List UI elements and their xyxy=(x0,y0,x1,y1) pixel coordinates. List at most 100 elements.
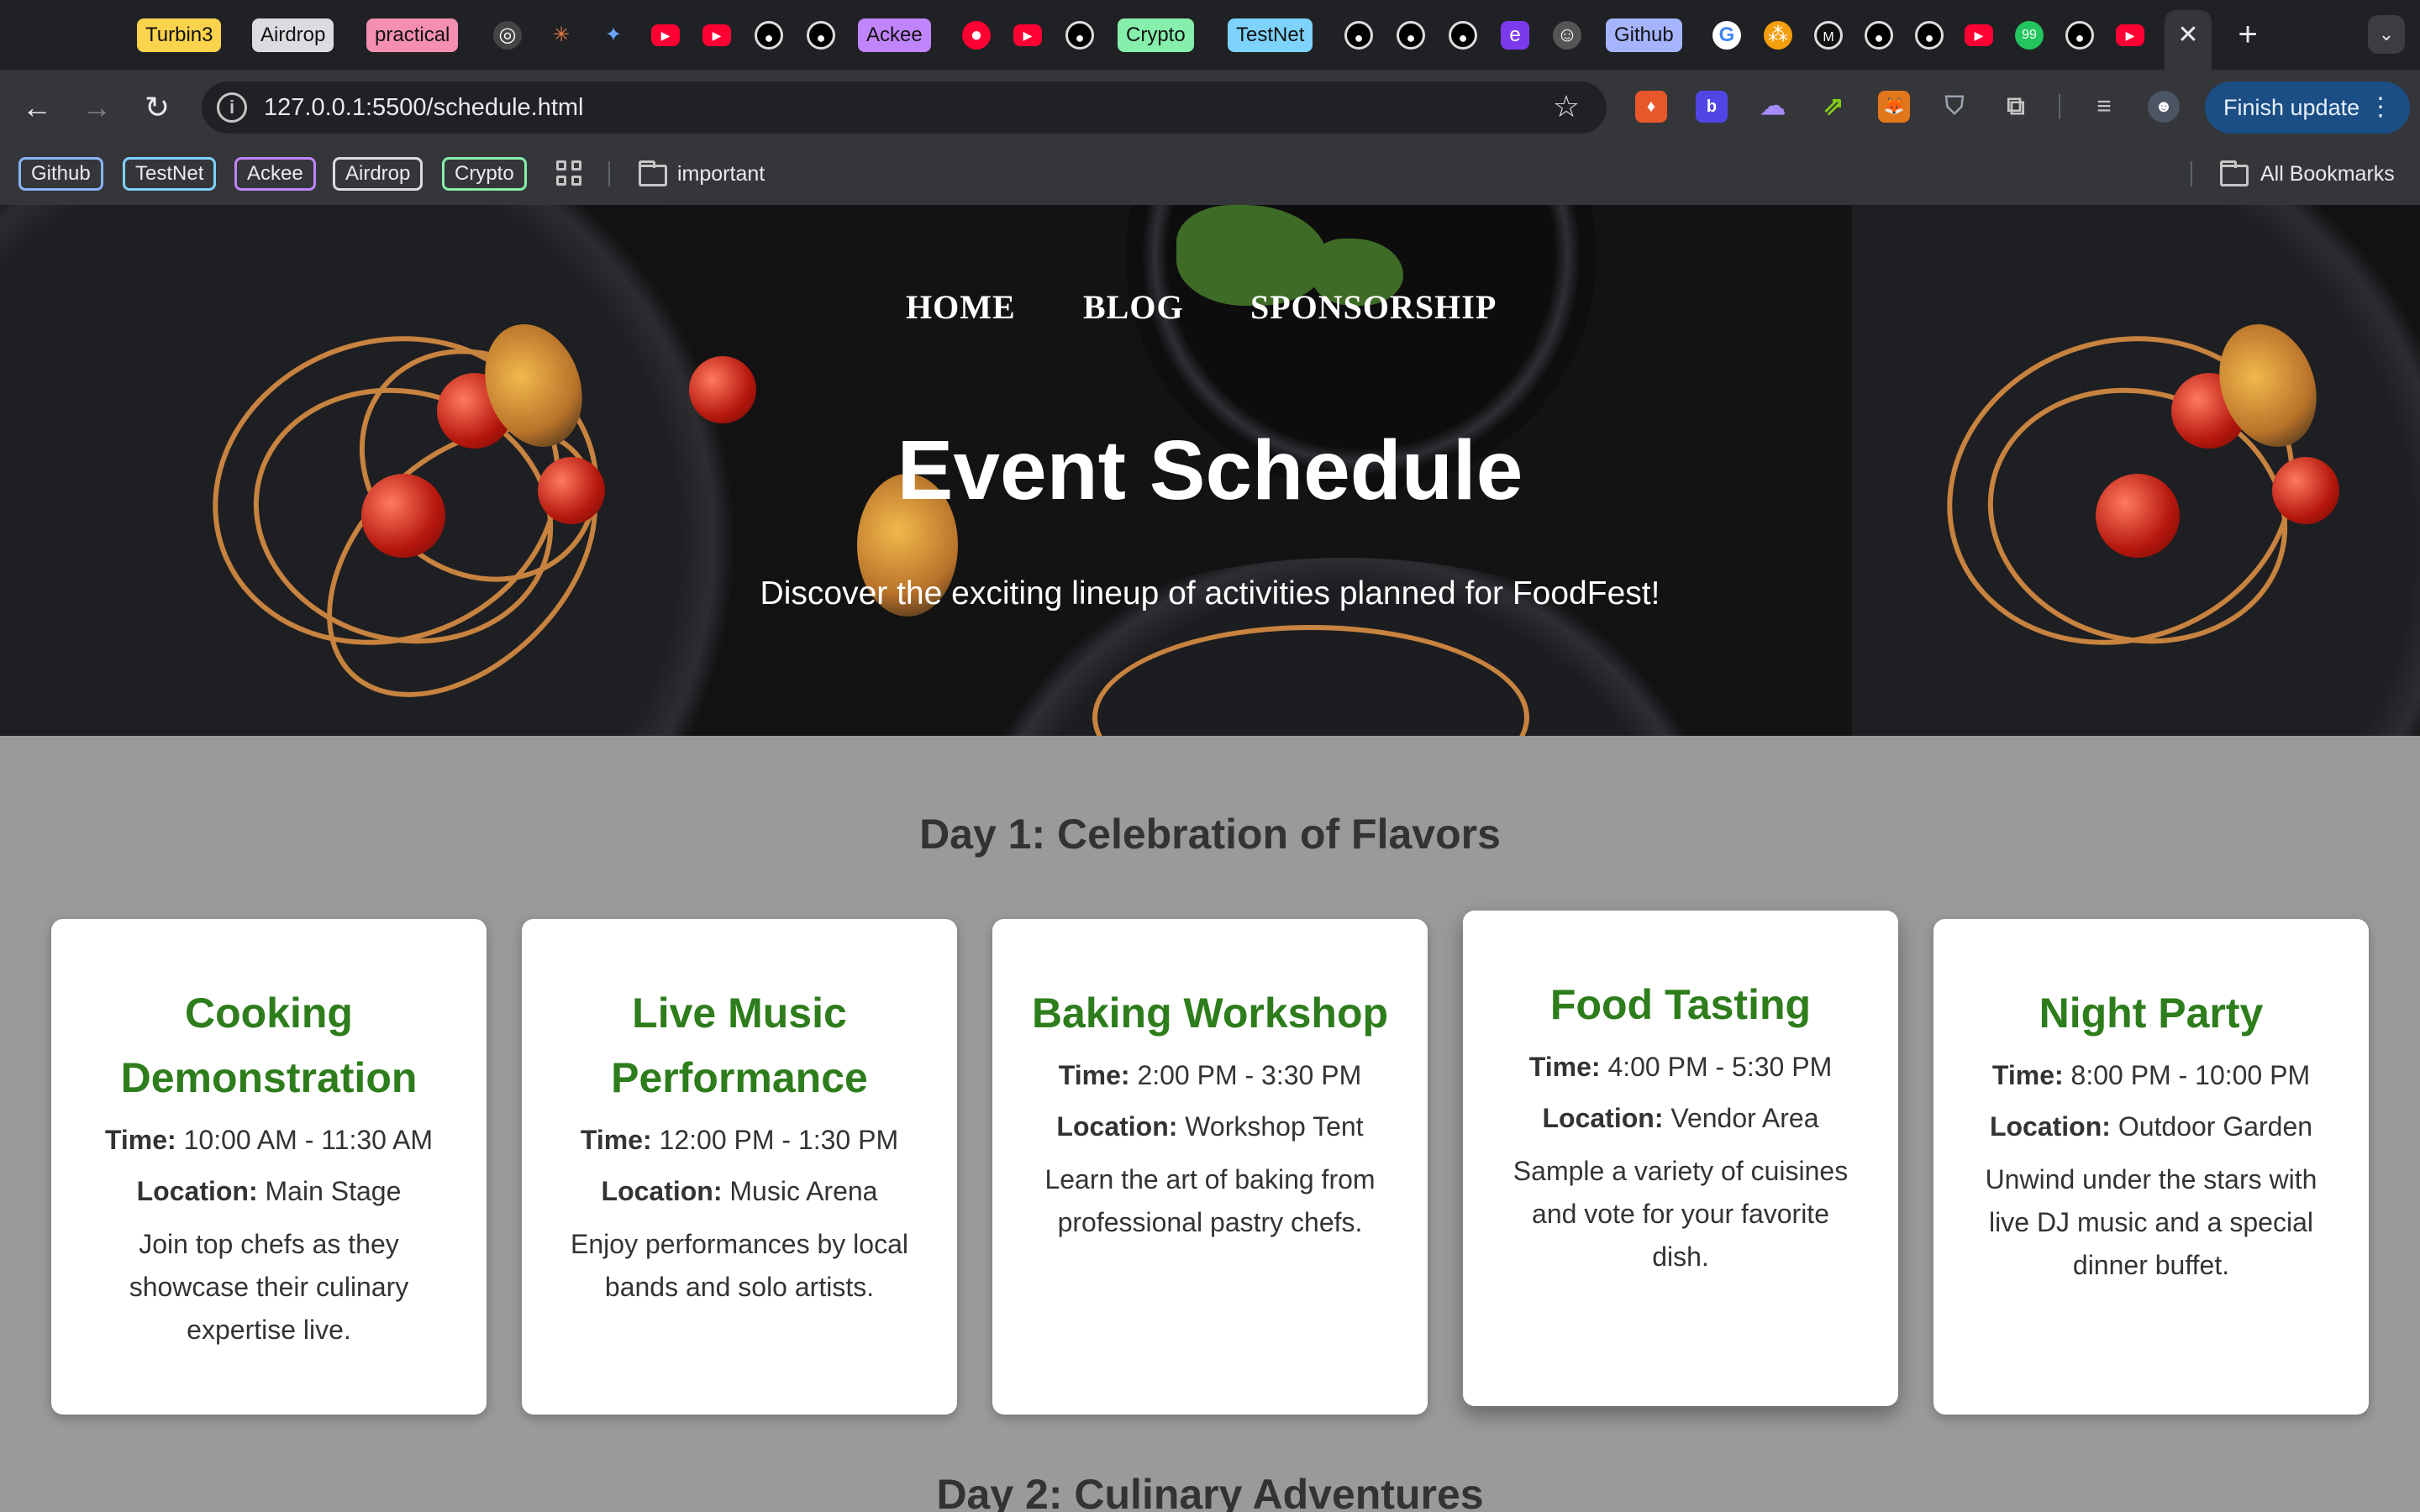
github-icon[interactable]: ● xyxy=(1449,21,1477,50)
bracket-extension-icon[interactable]: b xyxy=(1696,91,1728,123)
event-card-night-party: Night Party Time: 8:00 PM - 10:00 PM Loc… xyxy=(1933,919,2369,1415)
event-time-value: 12:00 PM - 1:30 PM xyxy=(659,1125,899,1155)
event-description: Sample a variety of cuisines and vote fo… xyxy=(1512,1156,1849,1272)
bookmark-ackee[interactable]: Ackee xyxy=(234,157,316,191)
event-location: Location: Outdoor Garden xyxy=(1972,1105,2330,1148)
ghost-extension-icon[interactable]: ☁ xyxy=(1757,91,1789,123)
event-time-value: 4:00 PM - 5:30 PM xyxy=(1607,1052,1833,1082)
avatar-icon[interactable]: ☺ xyxy=(1553,21,1581,50)
profile-avatar[interactable]: ☻ xyxy=(2148,91,2180,123)
more-menu-icon[interactable]: ⋮ xyxy=(2368,81,2393,134)
page-title: Event Schedule xyxy=(897,423,1523,517)
time-label: Time: xyxy=(1058,1060,1130,1090)
nav-blog[interactable]: BLOG xyxy=(1083,287,1184,327)
shield-icon[interactable]: ⛉ xyxy=(1939,91,1970,123)
github-icon[interactable]: ● xyxy=(807,21,835,50)
brave-extension-icon[interactable]: ♦ xyxy=(1635,91,1667,123)
event-time-value: 10:00 AM - 11:30 AM xyxy=(183,1125,434,1155)
youtube-icon[interactable]: ▶ xyxy=(651,24,680,46)
gemini-icon[interactable]: ✦ xyxy=(599,21,628,50)
nav-sponsorship[interactable]: SPONSORSHIP xyxy=(1250,287,1497,327)
bookmark-folder-important[interactable]: important xyxy=(677,157,765,191)
event-location-value: Music Arena xyxy=(729,1176,878,1206)
folder-icon xyxy=(2220,160,2249,186)
tab-group-airdrop[interactable]: Airdrop xyxy=(252,18,334,52)
github-icon[interactable]: ● xyxy=(2065,21,2094,50)
time-label: Time: xyxy=(1991,1060,2064,1090)
close-tab-icon[interactable]: ✕ xyxy=(2177,18,2199,52)
reload-icon[interactable]: ↻ xyxy=(137,87,177,128)
new-tab-icon[interactable]: + xyxy=(2233,15,2262,54)
event-time: Time: 8:00 PM - 10:00 PM xyxy=(1972,1054,2330,1097)
tab-search-chevron-icon[interactable]: ⌄ xyxy=(2368,15,2405,54)
event-location-value: Vendor Area xyxy=(1670,1103,1819,1133)
github-icon[interactable]: ● xyxy=(755,21,783,50)
time-label: Time: xyxy=(104,1125,176,1155)
event-description: Join top chefs as they showcase their cu… xyxy=(129,1229,409,1345)
youtube-music-icon[interactable]: ● xyxy=(962,21,991,50)
location-label: Location: xyxy=(136,1176,258,1206)
location-label: Location: xyxy=(601,1176,723,1206)
medium-icon[interactable]: M xyxy=(1814,21,1843,50)
back-arrow-icon[interactable]: ← xyxy=(17,87,57,128)
github-icon[interactable]: ● xyxy=(1865,21,1893,50)
github-icon[interactable]: ● xyxy=(1344,21,1373,50)
event-location-value: Workshop Tent xyxy=(1185,1111,1364,1142)
youtube-icon[interactable]: ▶ xyxy=(2116,24,2144,46)
event-location-value: Main Stage xyxy=(265,1176,402,1206)
toolbar-divider xyxy=(2059,94,2060,119)
extensions-puzzle-icon[interactable]: ⧉ xyxy=(2000,91,2032,123)
bookmark-crypto[interactable]: Crypto xyxy=(442,157,527,191)
bookmark-testnet[interactable]: TestNet xyxy=(123,157,217,191)
location-label: Location: xyxy=(1056,1111,1178,1142)
github-icon[interactable]: ● xyxy=(1397,21,1425,50)
event-card-live-music-performance: Live Music Performance Time: 12:00 PM - … xyxy=(522,919,957,1415)
day2-heading: Day 2: Culinary Adventures xyxy=(936,1471,1484,1512)
event-card-baking-workshop: Baking Workshop Time: 2:00 PM - 3:30 PM … xyxy=(992,919,1428,1415)
event-time: Time: 4:00 PM - 5:30 PM xyxy=(1502,1046,1860,1089)
chatgpt-icon[interactable]: ◎ xyxy=(493,21,522,50)
event-description: Unwind under the stars with live DJ musi… xyxy=(1985,1164,2317,1280)
bookmarks-divider xyxy=(608,161,610,186)
day1-heading: Day 1: Celebration of Flavors xyxy=(919,811,1501,858)
tab-group-practical[interactable]: practical xyxy=(366,18,459,52)
tab-group-ackee[interactable]: Ackee xyxy=(858,18,931,52)
google-icon[interactable]: G xyxy=(1712,21,1741,50)
finish-update-button[interactable]: Finish update ⋮ xyxy=(2205,81,2410,134)
url-text[interactable]: 127.0.0.1:5500/schedule.html xyxy=(264,81,584,134)
apps-grid-icon[interactable] xyxy=(556,160,583,187)
chart-extension-icon[interactable]: ⇗ xyxy=(1818,91,1849,123)
metamask-icon[interactable]: 🦊 xyxy=(1878,91,1910,123)
bookmark-star-icon[interactable]: ☆ xyxy=(1548,88,1585,125)
youtube-icon[interactable]: ▶ xyxy=(1013,24,1042,46)
address-bar[interactable]: i 127.0.0.1:5500/schedule.html ☆ xyxy=(202,81,1607,134)
location-label: Location: xyxy=(1542,1103,1664,1133)
event-title: Food Tasting xyxy=(1549,981,1812,1028)
tab-group-crypto[interactable]: Crypto xyxy=(1118,18,1194,52)
chat-icon[interactable]: 99 xyxy=(2015,21,2044,50)
github-icon[interactable]: ● xyxy=(1065,21,1094,50)
event-time: Time: 10:00 AM - 11:30 AM xyxy=(90,1119,448,1162)
nav-home[interactable]: HOME xyxy=(906,287,1016,327)
event-card-cooking-demonstration: Cooking Demonstration Time: 10:00 AM - 1… xyxy=(51,919,487,1415)
all-bookmarks[interactable]: All Bookmarks xyxy=(2260,157,2395,191)
media-controls-icon[interactable]: ≡ xyxy=(2088,91,2120,123)
event-time-value: 2:00 PM - 3:30 PM xyxy=(1137,1060,1362,1090)
youtube-icon[interactable]: ▶ xyxy=(1965,24,1993,46)
app-icon[interactable]: ⁂ xyxy=(1764,21,1792,50)
bookmark-github[interactable]: Github xyxy=(18,157,103,191)
bookmarks-divider xyxy=(2191,161,2192,186)
tab-group-github[interactable]: Github xyxy=(1606,18,1682,52)
event-title: Baking Workshop xyxy=(1031,990,1389,1037)
event-location-value: Outdoor Garden xyxy=(2118,1111,2313,1142)
youtube-icon[interactable]: ▶ xyxy=(702,24,731,46)
claude-icon[interactable]: ✳ xyxy=(547,21,576,50)
bookmark-airdrop[interactable]: Airdrop xyxy=(333,157,424,191)
github-icon[interactable]: ● xyxy=(1915,21,1944,50)
forward-arrow-icon[interactable]: → xyxy=(76,87,117,128)
site-info-icon[interactable]: i xyxy=(217,92,247,123)
event-location: Location: Vendor Area xyxy=(1502,1097,1860,1140)
tab-group-testnet[interactable]: TestNet xyxy=(1228,18,1313,52)
tab-group-turbin3[interactable]: Turbin3 xyxy=(137,18,222,52)
extension-icon[interactable]: e xyxy=(1501,21,1529,50)
